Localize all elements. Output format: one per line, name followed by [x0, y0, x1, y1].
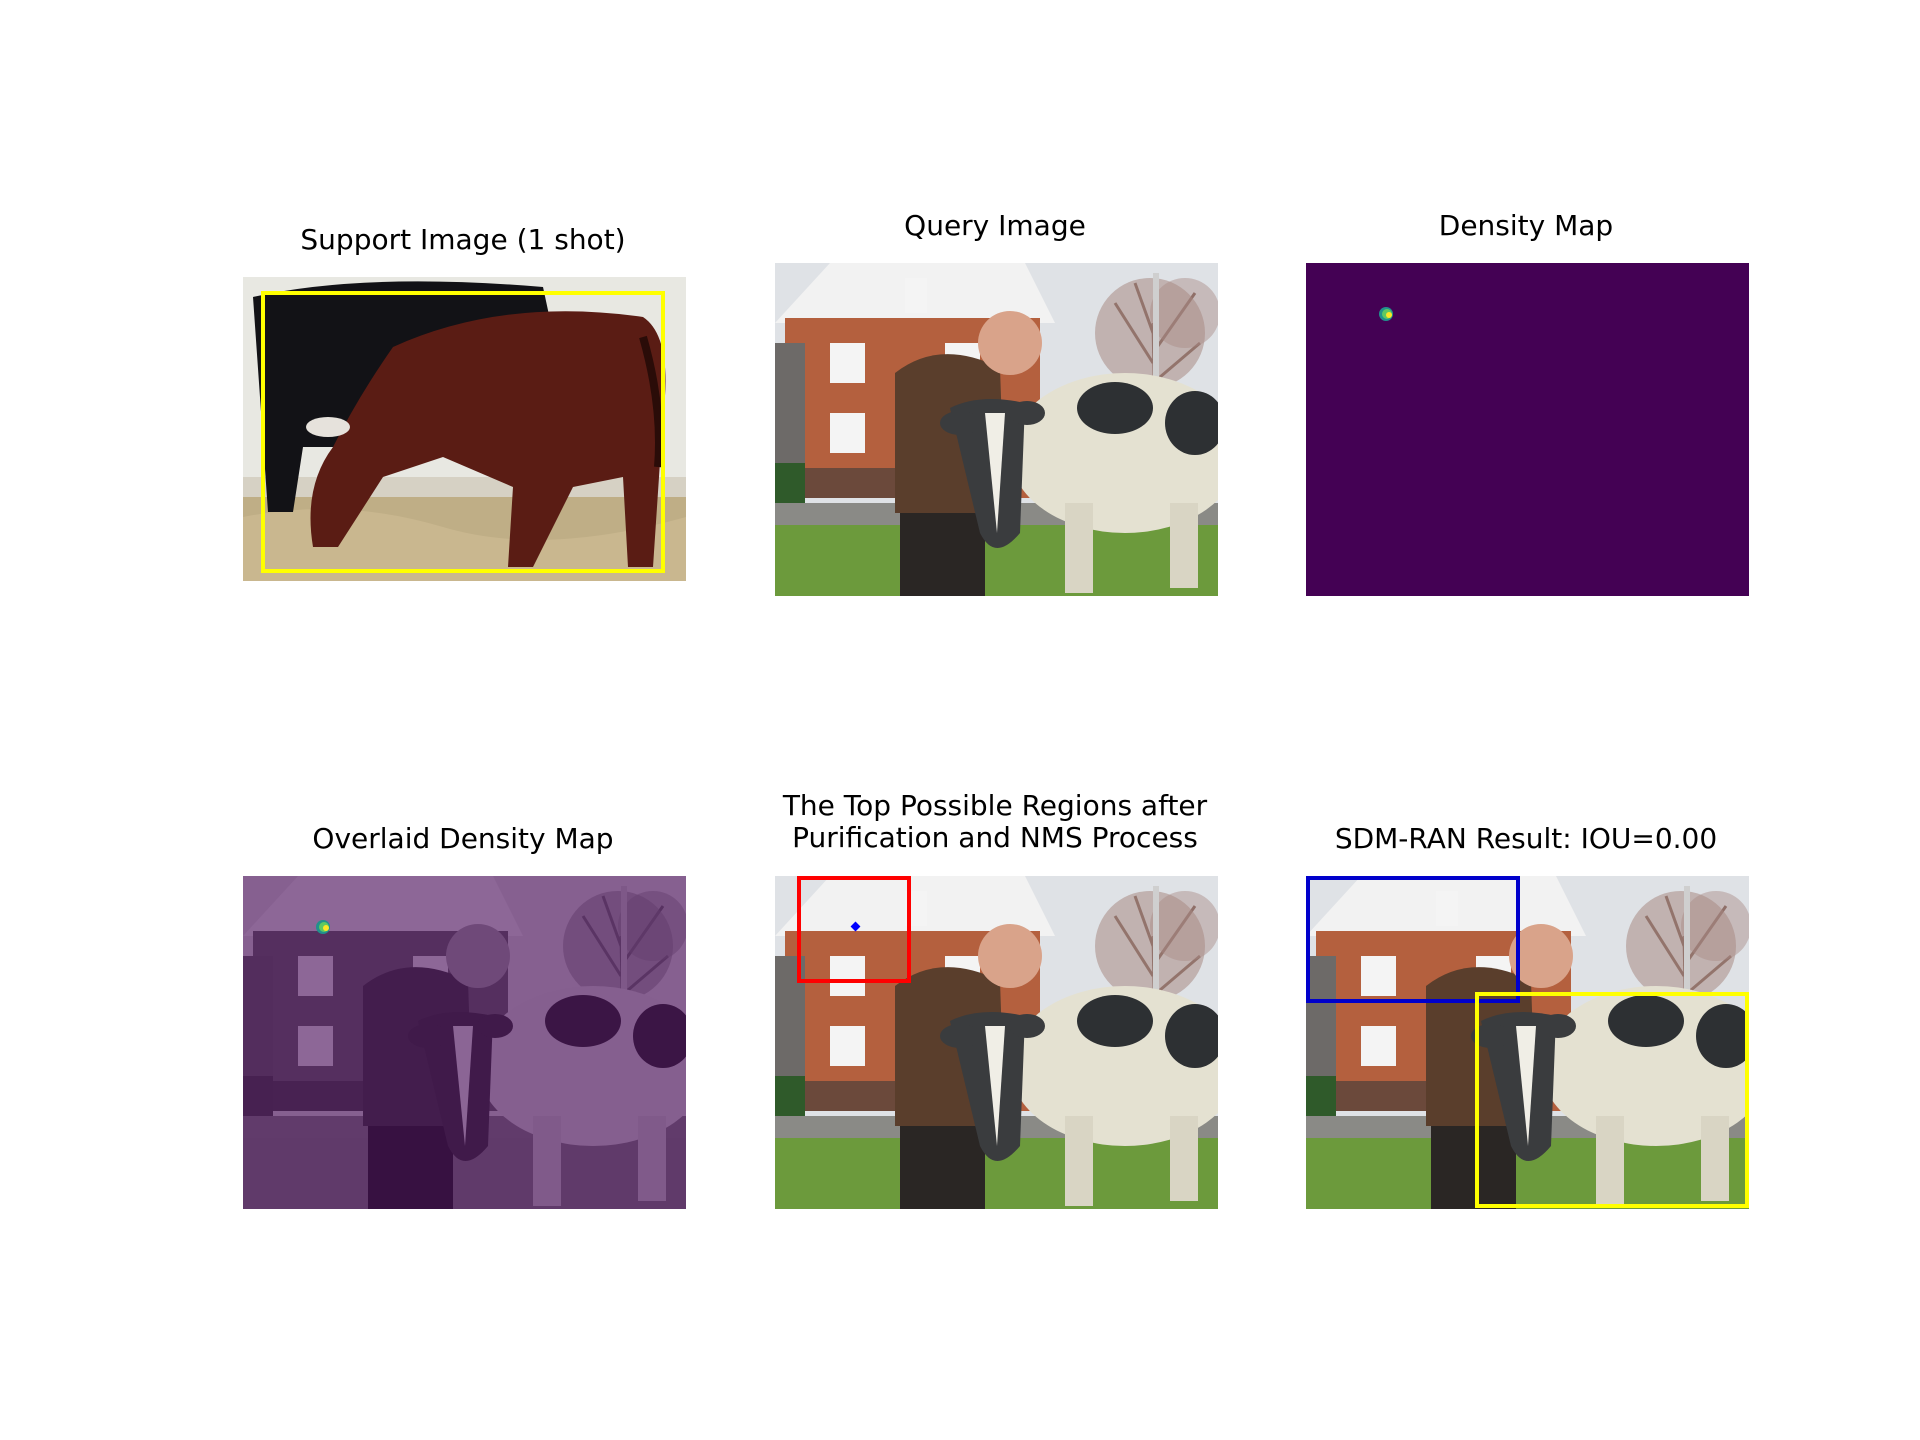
density-map-graphic [1306, 263, 1749, 596]
density-map [1306, 263, 1749, 596]
top-regions-image [775, 876, 1218, 1209]
overlaid-density-map-title: Overlaid Density Map [312, 822, 614, 855]
result-graphic [1306, 876, 1749, 1209]
top-regions-graphic [775, 876, 1218, 1209]
query-image-title: Query Image [904, 209, 1086, 242]
overlaid-density-map-graphic [243, 876, 686, 1209]
support-image-graphic [243, 277, 686, 581]
support-image [243, 277, 686, 581]
support-image-title: Support Image (1 shot) [300, 223, 626, 256]
overlaid-density-map [243, 876, 686, 1209]
result-image [1306, 876, 1749, 1209]
query-image-graphic [775, 263, 1218, 596]
result-title: SDM-RAN Result: IOU=0.00 [1334, 822, 1718, 855]
top-regions-title: The Top Possible Regions after Purificat… [782, 789, 1208, 854]
density-map-title: Density Map [1438, 209, 1614, 242]
query-image [775, 263, 1218, 596]
